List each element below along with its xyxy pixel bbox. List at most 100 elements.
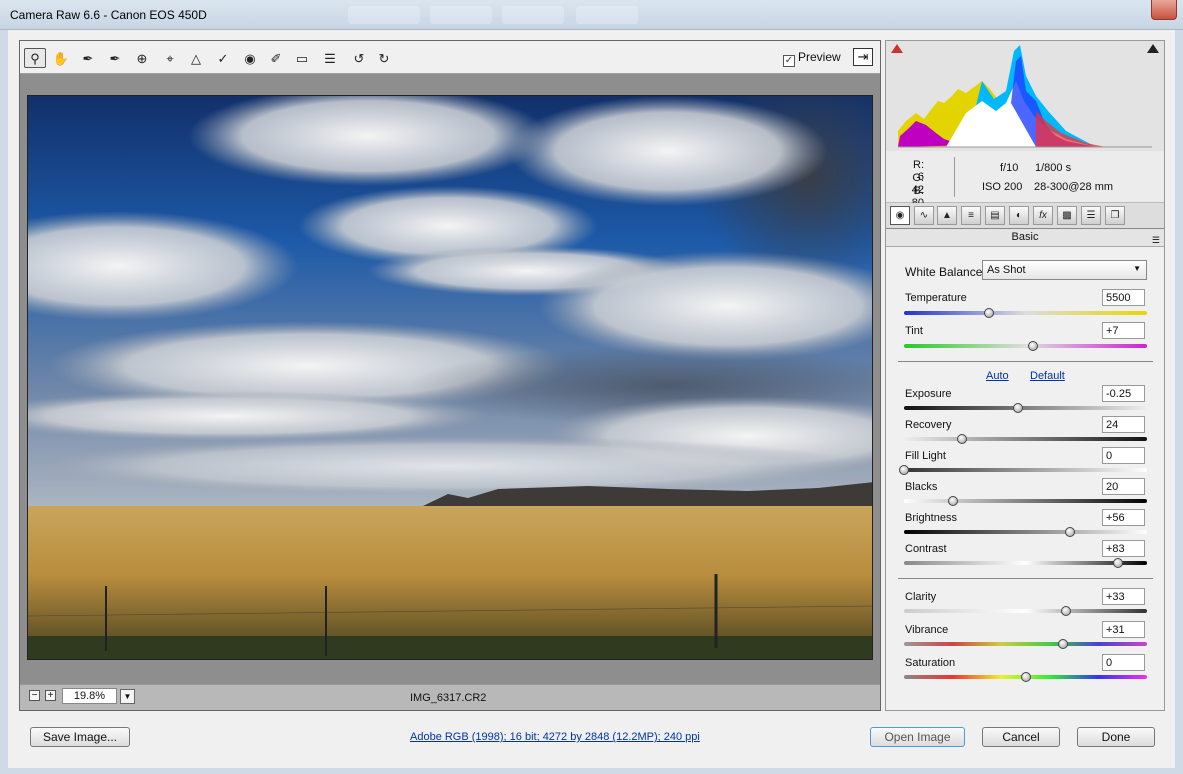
zoom-in-button[interactable]: + [45,690,56,701]
fill-light-label: Fill Light [905,450,946,462]
tab-basic-icon[interactable]: ◉ [890,206,910,225]
blacks-slider[interactable] [904,496,1147,506]
tab-presets-icon[interactable]: ☰ [1081,206,1101,225]
vibrance-slider[interactable] [904,639,1147,649]
workflow-options-link[interactable]: Adobe RGB (1998); 16 bit; 4272 by 2848 (… [410,731,700,743]
slider-thumb[interactable] [899,465,909,475]
tab-split-toning-icon[interactable]: ▤ [985,206,1005,225]
zoom-dropdown-icon[interactable]: ▼ [120,689,135,704]
cancel-button[interactable]: Cancel [982,727,1060,747]
blacks-label: Blacks [905,481,938,493]
saturation-field[interactable]: 0 [1102,654,1145,671]
rotate-cw-icon[interactable]: ↻ [373,48,395,68]
tab-snapshots-icon[interactable]: ❐ [1105,206,1125,225]
zoom-icon[interactable]: ⚲ [24,48,46,68]
clarity-slider[interactable] [904,606,1147,616]
hand-icon[interactable]: ✋ [50,48,72,68]
contrast-field[interactable]: +83 [1102,540,1145,557]
image-preview[interactable] [27,95,873,660]
default-link[interactable]: Default [1030,370,1065,382]
zoom-out-button[interactable]: − [29,690,40,701]
auto-link[interactable]: Auto [986,370,1009,382]
temperature-label: Temperature [905,292,967,304]
slider-thumb[interactable] [1027,341,1038,351]
slider-thumb[interactable] [984,308,995,318]
brightness-slider[interactable] [904,527,1147,537]
rotate-ccw-icon[interactable]: ↺ [348,48,370,68]
blue-readout-label: B: [913,185,924,197]
temperature-field[interactable]: 5500 [1102,289,1145,306]
brightness-label: Brightness [905,512,957,524]
slider-thumb[interactable] [1060,606,1071,616]
divider [898,361,1153,362]
window-title: Camera Raw 6.6 - Canon EOS 450D [10,8,207,22]
section-title-text: Basic [1011,231,1039,243]
red-readout-label: R: [913,159,924,171]
tab-lens-corrections-icon[interactable]: ◐ [1009,206,1029,225]
fill-light-slider[interactable] [899,465,1147,475]
blacks-field[interactable]: 20 [1102,478,1145,495]
red-eye-icon[interactable]: ◉ [239,48,261,68]
exposure-slider[interactable] [904,403,1147,413]
clarity-label: Clarity [905,591,937,603]
white-balance-label: White Balance: [905,265,986,279]
tab-hsl-icon[interactable]: ≡ [961,206,981,225]
file-name: IMG_6317.CR2 [410,692,487,704]
tab-camera-calibration-icon[interactable]: ▩ [1057,206,1077,225]
target-adjust-icon[interactable]: ⊕ [131,48,153,68]
temperature-slider[interactable] [904,308,1147,318]
vibrance-label: Vibrance [905,624,949,636]
fullscreen-toggle-icon[interactable]: ⇥ [853,48,873,66]
window-close-button[interactable] [1151,0,1177,20]
readout-divider [954,157,955,197]
shutter-speed: 1/800 s [1035,162,1072,174]
recovery-slider[interactable] [904,434,1147,444]
contrast-slider[interactable] [904,558,1147,568]
preferences-icon[interactable]: ☰ [319,48,341,68]
brightness-field[interactable]: +56 [1102,509,1145,526]
crop-icon[interactable]: ⌖ [159,48,181,68]
saturation-slider[interactable] [904,672,1147,682]
preview-checkbox[interactable]: ✓ [783,55,795,67]
saturation-label: Saturation [905,657,956,669]
graduated-filter-icon[interactable]: ▭ [291,48,313,68]
exposure-field[interactable]: -0.25 [1102,385,1145,402]
tab-effects-icon[interactable]: fx [1033,206,1053,225]
adjustment-brush-icon[interactable]: ✐ [265,48,287,68]
save-image-button[interactable]: Save Image... [30,727,130,747]
zoom-level-field[interactable]: 19.8% [62,688,117,704]
tint-field[interactable]: +7 [1102,322,1145,339]
white-balance-value: As Shot [987,264,1026,276]
iso: ISO 200 [982,181,1023,193]
slider-thumb[interactable] [1112,558,1123,568]
clarity-field[interactable]: +33 [1102,588,1145,605]
panel-menu-icon[interactable]: ☰ [1152,232,1160,249]
slider-thumb[interactable] [947,496,958,506]
titlebar-ghost [348,6,420,24]
vibrance-field[interactable]: +31 [1102,621,1145,638]
straighten-icon[interactable]: △ [185,48,207,68]
exposure-label: Exposure [905,388,952,400]
preview-toggle[interactable]: ✓ Preview [783,50,841,67]
color-sampler-icon[interactable]: ✒ [104,48,126,68]
divider [898,578,1153,579]
recovery-field[interactable]: 24 [1102,416,1145,433]
tab-tone-curve-icon[interactable]: ∿ [914,206,934,225]
tab-detail-icon[interactable]: ▲ [937,206,957,225]
done-button[interactable]: Done [1077,727,1155,747]
white-balance-icon[interactable]: ✒ [77,48,99,68]
fill-light-field[interactable]: 0 [1102,447,1145,464]
white-balance-select[interactable]: As Shot ▼ [982,260,1147,280]
panel-tabs: ◉ ∿ ▲ ≡ ▤ ◐ fx ▩ ☰ ❐ [886,203,1164,229]
spot-removal-icon[interactable]: ✓ [212,48,234,68]
toolbar: ⚲ ✋ ✒ ✒ ⊕ ⌖ △ ✓ ◉ ✐ ▭ ☰ ↺ ↻ [20,41,880,74]
histogram [886,41,1164,151]
preview-label: Preview [798,50,841,64]
image-status-bar: − + 19.8% ▼ IMG_6317.CR2 [20,684,880,710]
title-bar: Camera Raw 6.6 - Canon EOS 450D [0,0,1183,30]
tint-slider[interactable] [904,341,1147,351]
slider-thumb[interactable] [1020,672,1031,682]
titlebar-ghost [576,6,638,24]
readouts: R:6 G:42 B:80 f/10 1/800 s ISO 200 28-30… [886,151,1164,209]
open-image-button[interactable]: Open Image [870,727,965,747]
